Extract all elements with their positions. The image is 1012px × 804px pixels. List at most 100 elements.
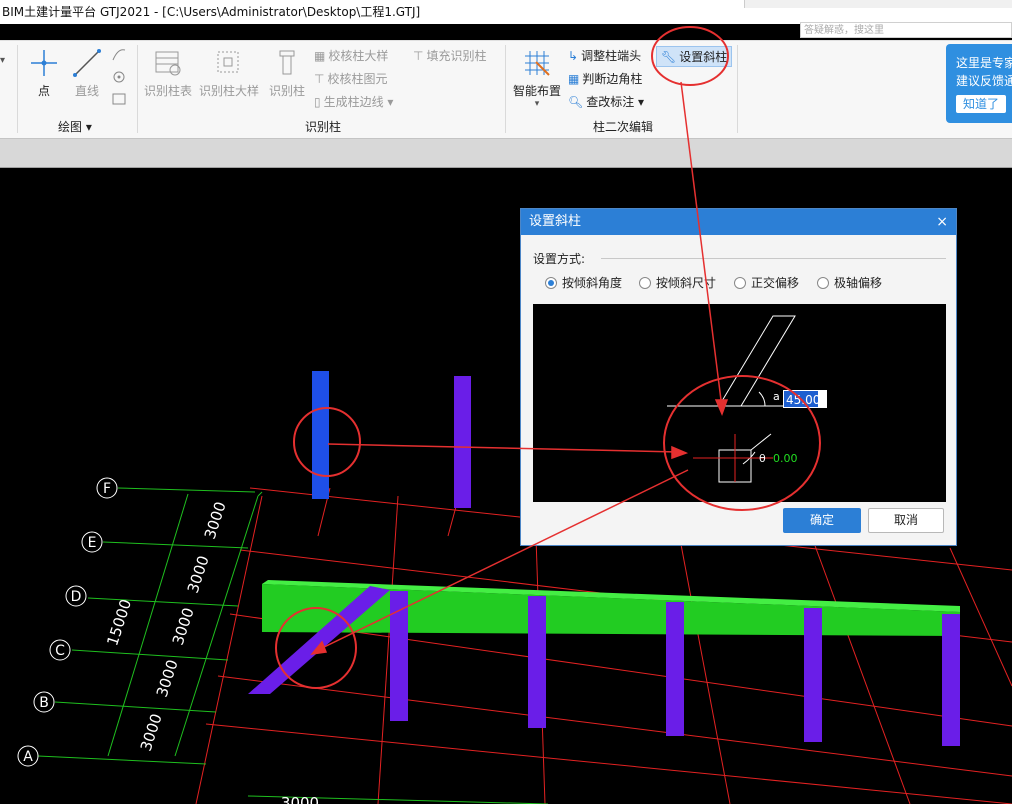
column-blue[interactable] <box>312 371 329 499</box>
identify-column-detail-button[interactable]: 识别柱大样 <box>197 48 261 99</box>
smart-layout-label: 智能布置 <box>512 84 561 98</box>
radio-ortho-offset[interactable]: 正交偏移 <box>734 274 799 291</box>
query-icon: 🔍︎ <box>568 94 584 109</box>
grid-icon <box>525 51 550 76</box>
check-column-elem-button[interactable]: ⊤ 校核柱图元 <box>314 70 387 87</box>
hint-popup: 这里是专家 建议反馈通 知道了 <box>946 44 1012 123</box>
section-divider <box>601 258 946 259</box>
grid-small-icon: ▦ <box>568 71 580 86</box>
dim-label: 3000 <box>201 500 230 542</box>
edge-icon: ▯ <box>314 94 321 109</box>
adjust-end-label: 调整柱端头 <box>581 49 642 63</box>
fill-identify-label: 填充识别柱 <box>426 49 487 63</box>
judge-corner-label: 判断边角柱 <box>582 72 643 86</box>
column[interactable] <box>666 602 684 736</box>
set-slant-column-label: 设置斜柱 <box>679 50 728 64</box>
axis-b-label: B <box>39 695 49 711</box>
theta-symbol: θ <box>759 452 766 465</box>
close-icon[interactable]: × <box>936 209 948 235</box>
theta-value[interactable]: 0.00 <box>773 452 798 465</box>
generate-edge-label: 生成柱边线 ▾ <box>323 95 394 109</box>
adjust-end-button[interactable]: ↳ 调整柱端头 <box>568 47 641 64</box>
set-slant-column-button[interactable]: 🔧︎ 设置斜柱 <box>656 46 733 67</box>
smart-layout-button[interactable]: 智能布置 ▾ <box>511 48 563 109</box>
radio-polar-offset[interactable]: 极轴偏移 <box>817 274 882 291</box>
chevron-down-icon[interactable]: ▾ <box>0 55 5 66</box>
set-slant-column-dialog: 设置斜柱 × 设置方式: 按倾斜角度 按倾斜尺寸 正交偏移 极轴偏移 a 45.… <box>520 208 957 546</box>
line-button[interactable]: 直线 <box>70 48 104 99</box>
dialog-header: 设置斜柱 × <box>521 209 956 235</box>
ribbon-separator <box>137 45 138 133</box>
axis-e-label: E <box>88 535 97 551</box>
cancel-button[interactable]: 取消 <box>868 508 944 533</box>
radio-icon <box>734 276 746 289</box>
radio-selected-icon <box>545 276 557 289</box>
dim-label: 3000 <box>137 712 166 754</box>
point-label: 点 <box>37 84 50 98</box>
window-title: BIM土建计量平台 GTJ2021 - [C:\Users\Administra… <box>2 5 421 19</box>
fill-identify-button[interactable]: ⊤ 填充识别柱 <box>413 47 486 64</box>
column[interactable] <box>942 614 960 746</box>
identify-column-button[interactable]: 识别柱 <box>266 48 308 99</box>
query-annotation-button[interactable]: 🔍︎ 查改标注 ▾ <box>568 93 644 110</box>
column-detail-icon <box>217 51 239 73</box>
search-input[interactable]: 答疑解惑，搜这里 <box>800 22 1012 38</box>
table-icon <box>155 51 181 76</box>
radio-label: 按倾斜尺寸 <box>656 276 717 290</box>
column[interactable] <box>804 608 822 742</box>
judge-corner-button[interactable]: ▦ 判断边角柱 <box>568 70 642 87</box>
check-column-elem-label: 校核柱图元 <box>327 72 388 86</box>
adjust-icon: ↳ <box>568 48 579 63</box>
ribbon-separator <box>737 45 738 133</box>
column[interactable] <box>390 591 408 721</box>
draw-small-icons[interactable] <box>110 46 128 108</box>
draw-group-label[interactable]: 绘图 ▾ <box>58 118 92 135</box>
identify-column-label: 识别柱 <box>268 84 305 98</box>
top-panel <box>744 0 1012 8</box>
identify-column-table-label: 识别柱表 <box>143 84 192 98</box>
check-column-detail-button[interactable]: ▦ 校核柱大样 <box>314 47 388 64</box>
radio-label: 按倾斜角度 <box>562 276 623 290</box>
line-label: 直线 <box>74 84 99 98</box>
check-icon: ▦ <box>314 48 326 63</box>
axis-d-label: D <box>71 589 82 605</box>
radio-label: 极轴偏移 <box>834 276 883 290</box>
axis-f-label: F <box>103 481 111 497</box>
point-icon <box>31 50 57 76</box>
column[interactable] <box>528 596 546 728</box>
hint-ok-button[interactable]: 知道了 <box>956 95 1006 113</box>
point-button[interactable]: 点 <box>28 48 60 99</box>
line-icon <box>73 49 101 77</box>
radio-label: 正交偏移 <box>751 276 800 290</box>
ok-button[interactable]: 确定 <box>783 508 861 533</box>
check-column-detail-label: 校核柱大样 <box>328 49 389 63</box>
radio-icon <box>639 276 651 289</box>
identify-column-table-button[interactable]: 识别柱表 <box>143 48 193 99</box>
hint-line-1: 这里是专家 <box>956 56 1012 70</box>
dim-label: 3000 <box>169 606 198 648</box>
axis-a-label: A <box>23 749 33 765</box>
dialog-title: 设置斜柱 <box>529 214 582 229</box>
tab-bar <box>0 138 1012 168</box>
angle-input[interactable]: 45.00 <box>786 393 820 407</box>
radio-by-size[interactable]: 按倾斜尺寸 <box>639 274 716 291</box>
method-section-label: 设置方式: <box>533 252 586 266</box>
ribbon-separator <box>505 45 506 133</box>
column[interactable] <box>454 376 471 508</box>
radio-by-angle[interactable]: 按倾斜角度 <box>545 274 622 291</box>
bottom-dim-label: 3000 <box>281 794 319 804</box>
identify-column-detail-label: 识别柱大样 <box>198 84 259 98</box>
edit-group-label: 柱二次编辑 <box>593 120 654 134</box>
ribbon-separator <box>17 45 18 133</box>
slant-preview: a 45.00 θ 0.00 <box>533 304 946 502</box>
identify-group-label: 识别柱 <box>305 120 342 134</box>
fill-icon: ⊤ <box>413 48 424 63</box>
dim-label: 3000 <box>153 658 182 700</box>
angle-symbol: a <box>773 390 780 403</box>
axis-c-label: C <box>55 643 65 659</box>
query-annotation-label: 查改标注 ▾ <box>586 95 645 109</box>
dim-label: 3000 <box>184 554 213 596</box>
check-icon: ⊤ <box>314 71 325 86</box>
column-icon <box>279 50 295 75</box>
generate-edge-button[interactable]: ▯ 生成柱边线 ▾ <box>314 93 393 110</box>
